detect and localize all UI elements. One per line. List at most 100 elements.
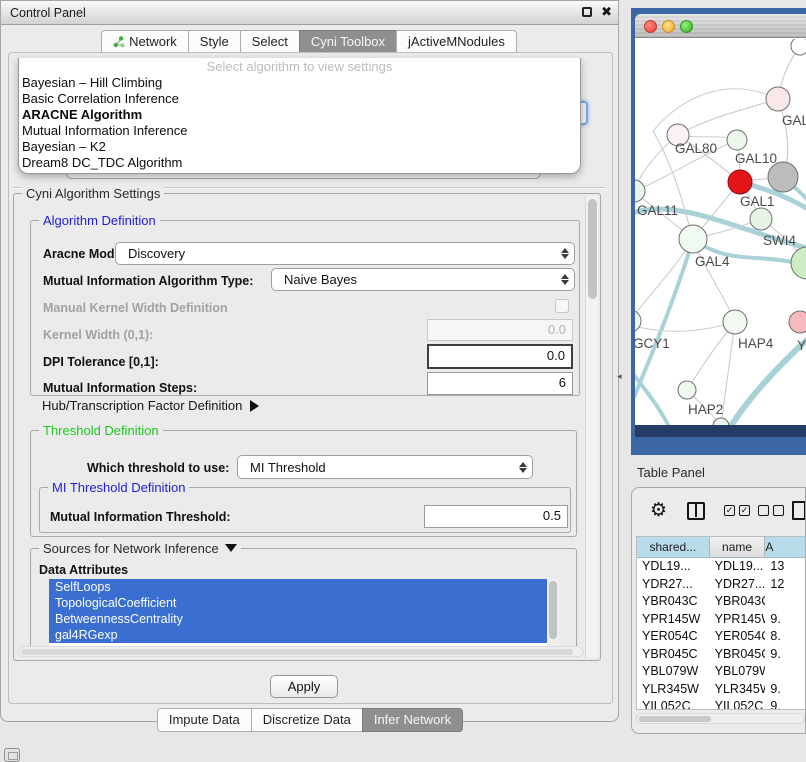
table-row[interactable]: YER054CYER054C8. bbox=[637, 628, 806, 646]
deselect-all-checkboxes-icon[interactable] bbox=[758, 505, 784, 516]
attributes-scrollbar[interactable] bbox=[547, 579, 559, 650]
tab-jactivemnodules[interactable]: jActiveMNodules bbox=[396, 30, 517, 54]
sources-legend[interactable]: Sources for Network Inference bbox=[39, 541, 241, 556]
table-body: YDL19...YDL19...13YDR27...YDR27...12YBR0… bbox=[637, 558, 806, 710]
network-window-titlebar[interactable] bbox=[635, 14, 806, 38]
dpi-tolerance-field[interactable]: 0.0 bbox=[427, 344, 573, 369]
tab-infer-network[interactable]: Infer Network bbox=[362, 708, 463, 732]
control-panel-tabbar: NetworkStyleSelectCyni ToolboxjActiveMNo… bbox=[1, 30, 618, 54]
node-label: HAP4 bbox=[738, 336, 774, 351]
gear-icon[interactable]: ⚙ bbox=[650, 500, 667, 522]
network-node-gcy1[interactable] bbox=[635, 310, 641, 332]
apply-button[interactable]: Apply bbox=[270, 675, 338, 698]
stepper-arrows-icon bbox=[561, 269, 569, 290]
network-canvas[interactable]: GALGAL80GAL10GAL1GAL11SWI4GAL4GCY1HAP4YH… bbox=[635, 39, 806, 425]
kernel-width-field: 0.0 bbox=[427, 319, 573, 341]
attribute-list-item[interactable]: SelfLoops bbox=[49, 579, 559, 595]
close-traffic-light[interactable] bbox=[644, 20, 657, 33]
data-attributes-list[interactable]: SelfLoopsTopologicalCoefficientBetweenne… bbox=[49, 579, 559, 650]
column-header[interactable]: name bbox=[710, 537, 766, 558]
zoom-traffic-light[interactable] bbox=[680, 20, 693, 33]
node-table[interactable]: shared...nameA YDL19...YDL19...13YDR27..… bbox=[636, 536, 806, 710]
network-node-hap2[interactable] bbox=[678, 381, 696, 399]
tab-impute-data[interactable]: Impute Data bbox=[157, 708, 252, 732]
settings-vertical-scrollbar[interactable] bbox=[585, 196, 598, 658]
table-horizontal-scrollbar[interactable] bbox=[636, 713, 805, 724]
column-header[interactable]: A bbox=[765, 537, 806, 558]
node-label: GCY1 bbox=[635, 336, 670, 351]
table-row[interactable]: YIL052CYIL052C9. bbox=[637, 698, 806, 710]
mi-threshold-definition-group: MI Threshold Definition Mutual Informati… bbox=[39, 487, 571, 533]
data-attributes-label: Data Attributes bbox=[39, 563, 128, 577]
column-header[interactable]: shared... bbox=[637, 537, 710, 558]
select-all-checkboxes-icon[interactable]: ✓✓ bbox=[724, 505, 750, 516]
table-cell: YBL079W bbox=[710, 663, 766, 681]
node-label: SWI4 bbox=[763, 233, 796, 248]
table-cell: 9. bbox=[765, 681, 806, 699]
network-node-gal4[interactable] bbox=[679, 225, 707, 253]
table-row[interactable]: YPR145WYPR145W9. bbox=[637, 611, 806, 629]
mi-threshold-field[interactable]: 0.5 bbox=[424, 505, 568, 528]
mi-steps-field[interactable]: 6 bbox=[427, 372, 573, 395]
network-icon bbox=[113, 36, 125, 48]
dropdown-item[interactable]: Bayesian – K2 bbox=[19, 139, 580, 155]
tab-cyni-toolbox[interactable]: Cyni Toolbox bbox=[299, 30, 397, 54]
network-node-swi4[interactable] bbox=[750, 208, 772, 230]
table-row[interactable]: YLR345WYLR345W9. bbox=[637, 681, 806, 699]
float-window-icon[interactable] bbox=[582, 7, 592, 17]
table-cell: YBR045C bbox=[637, 646, 710, 664]
mi-threshold-label: Mutual Information Threshold: bbox=[50, 510, 231, 524]
threshold-definition-group: Threshold Definition Which threshold to … bbox=[30, 430, 577, 537]
mi-threshold-legend: MI Threshold Definition bbox=[48, 480, 189, 495]
table-row[interactable]: YBR043CYBR043C bbox=[637, 593, 806, 611]
settings-horizontal-scrollbar[interactable] bbox=[18, 646, 584, 657]
mi-algorithm-type-select[interactable]: Naive Bayes bbox=[271, 268, 575, 291]
table-row[interactable]: YDL19...YDL19...13 bbox=[637, 558, 806, 576]
network-node[interactable] bbox=[791, 39, 806, 55]
table-row[interactable]: YBL079WYBL079W bbox=[637, 663, 806, 681]
tab-select[interactable]: Select bbox=[240, 30, 300, 54]
network-desktop-area: GALGAL80GAL10GAL1GAL11SWI4GAL4GCY1HAP4YH… bbox=[631, 8, 806, 455]
attribute-list-item[interactable]: BetweennessCentrality bbox=[49, 611, 559, 627]
columns-icon[interactable] bbox=[687, 502, 705, 520]
table-cell: 9. bbox=[765, 698, 806, 710]
stepper-arrows-icon bbox=[519, 456, 527, 478]
aracne-mode-select[interactable]: Discovery bbox=[115, 242, 575, 265]
manual-kernel-checkbox[interactable] bbox=[555, 299, 569, 313]
kernel-width-label: Kernel Width (0,1): bbox=[43, 328, 153, 342]
stepper-arrows-icon bbox=[561, 243, 569, 264]
node-label: GAL80 bbox=[675, 141, 717, 156]
table-cell: YBR043C bbox=[710, 593, 766, 611]
tab-style[interactable]: Style bbox=[188, 30, 241, 54]
network-node-gal10[interactable] bbox=[727, 130, 747, 150]
close-icon[interactable]: ✖ bbox=[601, 4, 612, 20]
dropdown-item[interactable]: Mutual Information Inference bbox=[19, 123, 580, 139]
document-icon[interactable] bbox=[792, 501, 806, 520]
attribute-list-item[interactable]: gal4RGexp bbox=[49, 627, 559, 643]
network-node[interactable] bbox=[768, 162, 798, 192]
cyni-bottom-tabbar: Impute DataDiscretize DataInfer Network bbox=[1, 708, 620, 732]
dropdown-item[interactable]: Basic Correlation Inference bbox=[19, 91, 580, 107]
network-node-y[interactable] bbox=[789, 311, 806, 333]
minimized-panel-icon[interactable] bbox=[4, 748, 20, 762]
table-cell: YIL052C bbox=[637, 698, 710, 710]
network-node[interactable] bbox=[791, 247, 806, 279]
network-view-window: GALGAL80GAL10GAL1GAL11SWI4GAL4GCY1HAP4YH… bbox=[635, 14, 806, 437]
which-threshold-select[interactable]: MI Threshold bbox=[237, 455, 533, 479]
attribute-list-item[interactable]: TopologicalCoefficient bbox=[49, 595, 559, 611]
control-panel-window: Control Panel ✖ NetworkStyleSelectCyni T… bbox=[0, 0, 619, 722]
tab-discretize-data[interactable]: Discretize Data bbox=[251, 708, 363, 732]
table-cell: 8. bbox=[765, 628, 806, 646]
mi-type-label: Mutual Information Algorithm Type: bbox=[43, 274, 253, 288]
network-node-hap4[interactable] bbox=[723, 310, 747, 334]
dropdown-item[interactable]: Dream8 DC_TDC Algorithm bbox=[19, 155, 580, 171]
table-row[interactable]: YDR27...YDR27...12 bbox=[637, 576, 806, 594]
dropdown-item[interactable]: ARACNE Algorithm bbox=[19, 107, 580, 123]
network-node-gal[interactable] bbox=[766, 87, 790, 111]
table-row[interactable]: YBR045CYBR045C9. bbox=[637, 646, 806, 664]
network-node-gal1[interactable] bbox=[728, 170, 752, 194]
minimize-traffic-light[interactable] bbox=[662, 20, 675, 33]
tab-network[interactable]: Network bbox=[101, 30, 189, 54]
hub-definition-section[interactable]: Hub/Transcription Factor Definition bbox=[42, 398, 259, 413]
dropdown-item[interactable]: Bayesian – Hill Climbing bbox=[19, 75, 580, 91]
